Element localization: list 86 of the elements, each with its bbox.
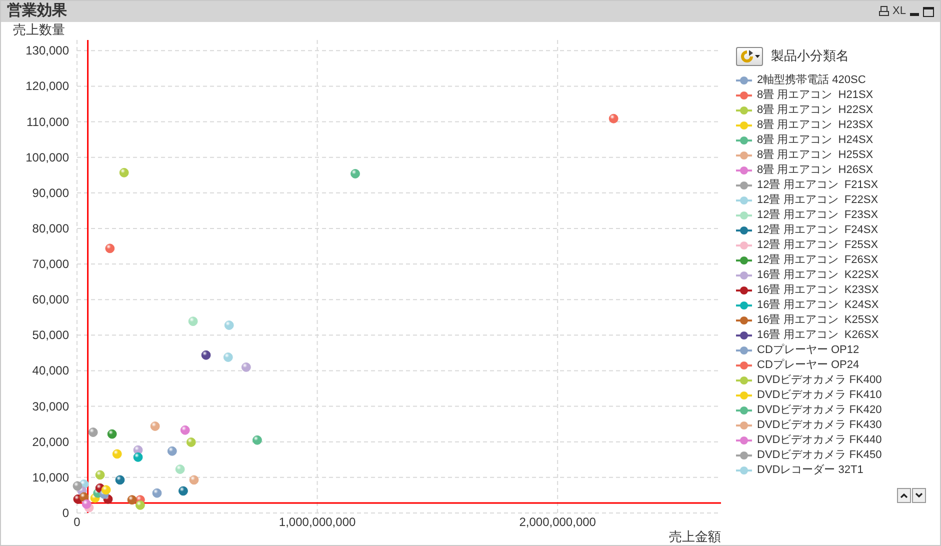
data-point (201, 350, 211, 360)
data-point (252, 435, 262, 445)
data-point (224, 320, 234, 330)
legend-label: 12畳 用エアコン F25SX (757, 240, 878, 251)
axis-tick-label: 30,000 (32, 399, 69, 414)
data-point (72, 481, 82, 491)
axis-tick-label: 10,000 (32, 470, 69, 484)
data-point (175, 464, 185, 474)
legend-label: 16畳 用エアコン K26SX (757, 330, 879, 341)
axis-tick-label: 70,000 (32, 257, 69, 272)
data-point (119, 168, 129, 178)
data-point (186, 438, 196, 447)
caret-icon (754, 54, 760, 58)
y-axis-title: 売上数量 (13, 22, 65, 37)
legend-label: 16畳 用エアコン K23SX (757, 285, 879, 296)
data-point (150, 422, 160, 431)
cycle-dropdown-button[interactable] (736, 46, 763, 66)
data-point (167, 446, 177, 456)
axis-tick-label: 20,000 (32, 434, 69, 449)
data-point (115, 475, 125, 485)
data-point (105, 244, 115, 254)
axis-tick-label: 0 (62, 506, 69, 520)
axis-tick-label: 90,000 (32, 186, 69, 200)
legend-label: 8畳 用エアコン H25SX (757, 150, 874, 161)
maximize-icon[interactable] (923, 6, 934, 16)
data-point (95, 470, 105, 480)
data-point (135, 500, 145, 510)
legend-label: DVDビデオカメラ FK440 (757, 435, 882, 446)
legend-label: 8畳 用エアコン H23SX (757, 120, 874, 131)
axis-tick-label: 0 (74, 515, 80, 529)
axis-tick-label: 80,000 (32, 222, 69, 236)
legend-label: 16畳 用エアコン K24SX (757, 300, 879, 311)
data-point (241, 362, 251, 372)
data-point (608, 114, 618, 124)
axis-tick-label: 130,000 (26, 44, 69, 58)
scroll-up-button[interactable] (897, 488, 911, 503)
data-point (152, 488, 162, 498)
legend-label: 12畳 用エアコン F26SX (757, 255, 878, 266)
legend-label: CDプレーヤー OP24 (757, 360, 860, 371)
legend-label: 16畳 用エアコン K25SX (757, 315, 879, 326)
legend-label: DVDビデオカメラ FK420 (757, 405, 882, 416)
window-title: 営業効果 (7, 1, 67, 22)
axis-tick-label: 40,000 (32, 364, 69, 378)
data-point (79, 492, 89, 502)
x-axis-title: 売上金額 (669, 529, 721, 544)
legend-label: DVDレコーダー 32T1 (757, 465, 864, 476)
axis-tick-label: 100,000 (26, 150, 69, 164)
excel-export-button[interactable]: XL (892, 6, 906, 17)
data-point (178, 486, 188, 496)
legend-label: 12畳 用エアコン F21SX (757, 180, 878, 191)
legend-title: 製品小分類名 (771, 47, 849, 66)
axis-tick-label: 60,000 (32, 292, 69, 307)
data-point (133, 452, 143, 462)
data-point (188, 316, 198, 326)
data-point (189, 475, 199, 485)
data-point (88, 428, 98, 437)
axis-tick-label: 1,000,000,000 (278, 515, 356, 529)
axis-tick-label: 2,000,000,000 (519, 515, 596, 529)
legend-label: 2軸型携帯電話 420SC (757, 75, 866, 86)
legend-label: 12畳 用エアコン F23SX (757, 210, 878, 221)
print-icon[interactable] (878, 6, 889, 17)
legend-label: 16畳 用エアコン K22SX (757, 270, 879, 281)
legend-label: CDプレーヤー OP12 (757, 345, 860, 356)
axis-tick-label: 110,000 (26, 114, 69, 129)
legend-label: DVDビデオカメラ FK410 (757, 390, 882, 401)
axis-tick-label: 120,000 (26, 79, 69, 94)
legend-label: DVDビデオカメラ FK450 (757, 450, 882, 461)
data-point (107, 429, 117, 439)
data-point (112, 449, 122, 459)
legend-label: 12畳 用エアコン F24SX (757, 225, 878, 236)
legend-label: DVDビデオカメラ FK430 (757, 420, 882, 431)
data-point (350, 169, 360, 178)
data-point (82, 499, 92, 509)
legend-label: 8畳 用エアコン H26SX (757, 165, 874, 176)
data-point (101, 485, 111, 495)
cycle-icon (740, 50, 754, 62)
legend-label: 8畳 用エアコン H24SX (757, 135, 874, 146)
data-point (180, 425, 190, 435)
scroll-down-button[interactable] (912, 488, 926, 503)
legend-label: DVDビデオカメラ FK400 (757, 375, 882, 386)
legend-label: 12畳 用エアコン F22SX (757, 195, 878, 206)
axis-tick-label: 50,000 (32, 328, 69, 342)
legend-label: 8畳 用エアコン H22SX (757, 105, 874, 116)
data-point (223, 352, 233, 362)
legend-label: 8畳 用エアコン H21SX (757, 90, 874, 101)
data-point (127, 495, 137, 505)
